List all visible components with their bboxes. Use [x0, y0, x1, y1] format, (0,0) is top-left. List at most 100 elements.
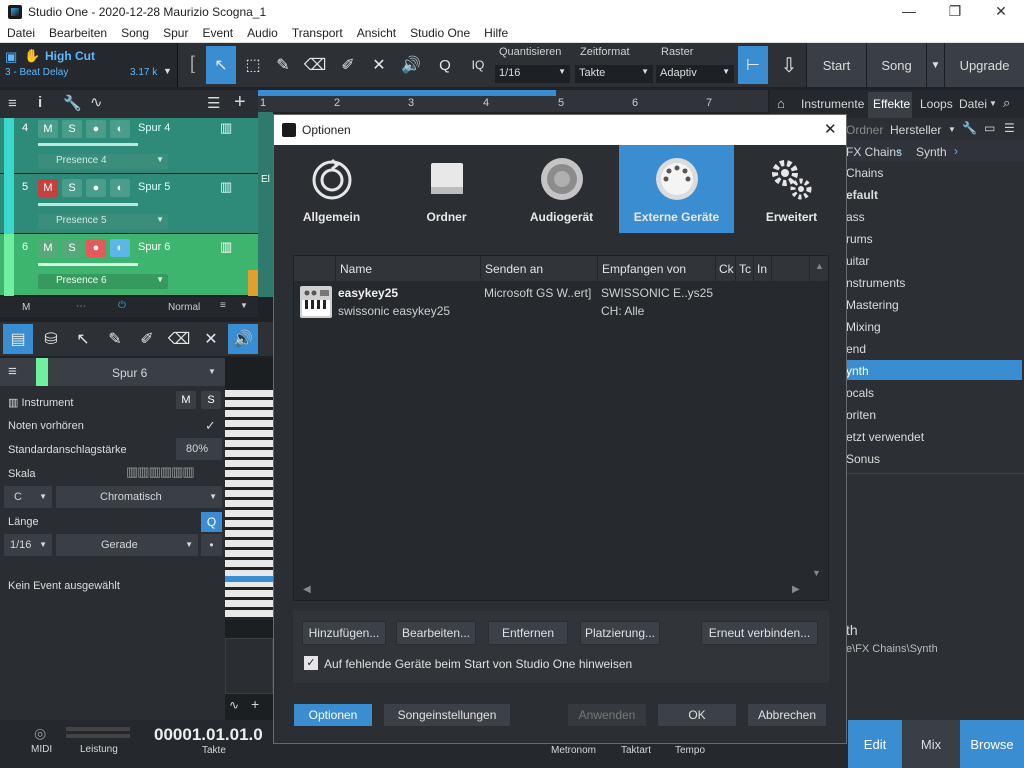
menu-hilfe[interactable]: Hilfe — [477, 26, 515, 40]
scale-select[interactable]: Chromatisch ▼ — [56, 486, 222, 508]
tab-instrumente[interactable]: Instrumente — [801, 97, 864, 111]
snap-icon[interactable]: ⊢ — [738, 46, 768, 84]
timeline-ruler[interactable]: 1 2 3 4 5 6 7 — [258, 90, 768, 112]
track-row[interactable]: 5 M S ● ◐ Spur 5 ▥ Presence 5 ▼ — [0, 174, 258, 234]
scale-keyboard-icon[interactable]: ▥▥▥▥▥▥ — [126, 464, 195, 480]
menu-bearbeiten[interactable]: Bearbeiten — [42, 26, 114, 40]
list-item[interactable]: uitar — [846, 254, 869, 268]
wrench-icon[interactable]: 🔧 — [63, 94, 82, 112]
column-in[interactable]: In — [754, 256, 772, 281]
length-quantize-button[interactable]: Q — [201, 512, 222, 532]
scroll-up-icon[interactable]: ▲ — [815, 261, 824, 271]
window-icon[interactable]: ▭ — [984, 121, 995, 135]
list-item[interactable]: ocals — [846, 386, 874, 400]
home-icon[interactable]: ⌂ — [777, 96, 785, 111]
list-item[interactable]: nstruments — [846, 276, 905, 290]
scroll-down-icon[interactable]: ▼ — [812, 568, 821, 578]
track-name[interactable]: Spur 6 — [138, 241, 170, 253]
category-erweitert[interactable]: Erweitert — [734, 145, 849, 233]
start-button[interactable]: Start — [806, 43, 866, 87]
list-item[interactable]: Sonus — [846, 452, 880, 466]
list-item[interactable]: Chains — [846, 166, 883, 180]
monitor-icon[interactable]: ◐ — [110, 179, 130, 197]
list-icon[interactable]: ☰ — [207, 94, 220, 112]
track-row[interactable]: 6 M S ● ◐ Spur 6 ▥ Presence 6 ▼ — [0, 234, 258, 296]
cancel-button[interactable]: Abbrechen — [747, 703, 827, 727]
quantize-select[interactable]: 1/16 ▼ — [495, 65, 570, 83]
chevron-down-icon[interactable]: ▼ — [989, 99, 997, 108]
minimize-button[interactable]: — — [886, 3, 932, 20]
mute-button[interactable]: M — [38, 120, 58, 138]
menu-event[interactable]: Event — [195, 26, 240, 40]
solo-button[interactable]: S — [62, 239, 82, 257]
menu-song[interactable]: Song — [114, 26, 156, 40]
monitor-icon[interactable]: ◐ — [110, 239, 130, 257]
preset-select[interactable]: Presence 4 ▼ — [38, 154, 168, 169]
column-receive[interactable]: Empfangen von — [598, 256, 716, 281]
pencil-tool-icon[interactable]: ✎ — [268, 46, 298, 84]
inspector-mute-button[interactable]: M — [176, 391, 196, 409]
list-item[interactable]: efault — [846, 188, 878, 202]
menu-transport[interactable]: Transport — [285, 26, 350, 40]
paint-tool-icon[interactable]: ✐ — [333, 46, 363, 84]
chevron-down-icon[interactable]: ▼ — [163, 66, 172, 76]
inspector-track-name[interactable]: Spur 6 — [112, 366, 147, 380]
menu-spur[interactable]: Spur — [156, 26, 195, 40]
dialog-close-button[interactable]: ✕ — [824, 120, 837, 138]
add-lane-icon[interactable]: + — [251, 696, 259, 712]
download-icon[interactable]: ⇩ — [772, 46, 806, 84]
piano-keyboard[interactable] — [225, 390, 273, 620]
remove-device-button[interactable]: Entfernen — [488, 621, 568, 645]
search-icon[interactable]: ⌕ — [1003, 95, 1010, 111]
category-allgemein[interactable]: Allgemein — [274, 145, 389, 233]
footer-menu-icon[interactable]: ≡ — [220, 300, 226, 311]
length-select[interactable]: 1/16 ▼ — [4, 534, 52, 556]
length-dot-button[interactable]: • — [201, 534, 222, 556]
tab-effekte[interactable]: Effekte — [873, 97, 910, 111]
menu-audio[interactable]: Audio — [240, 26, 285, 40]
column-tc[interactable]: Tc — [736, 256, 754, 281]
column-ck[interactable]: Ck — [716, 256, 736, 281]
browse-view-button[interactable]: Browse — [960, 720, 1024, 768]
category-externe-geraete[interactable]: Externe Geräte — [619, 145, 734, 233]
arrange-area[interactable]: El — [258, 112, 273, 297]
breadcrumb-fx-chains[interactable]: FX Chains — [846, 145, 902, 159]
edit-device-button[interactable]: Bearbeiten... — [396, 621, 476, 645]
checkmark-icon[interactable]: ✓ — [205, 418, 216, 434]
power-icon[interactable]: ⏻ — [118, 300, 126, 311]
automation-icon[interactable]: ∿ — [90, 93, 103, 111]
breadcrumb-synth[interactable]: Synth — [916, 145, 947, 159]
song-settings-button[interactable]: Songeinstellungen — [383, 703, 511, 727]
arrow-tool-icon[interactable]: ↖ — [206, 46, 236, 84]
missing-devices-checkbox[interactable]: ✓ — [304, 656, 318, 670]
list-item[interactable]: Mastering — [846, 298, 899, 312]
record-arm-icon[interactable]: ● — [86, 120, 106, 138]
arrow-tool-icon[interactable]: ↖ — [68, 324, 98, 354]
tab-datei[interactable]: Datei — [959, 97, 987, 111]
solo-button[interactable]: S — [62, 179, 82, 197]
paint-tool-icon[interactable]: ✐ — [132, 324, 162, 354]
track-name[interactable]: Spur 5 — [138, 181, 170, 193]
velocity-lane[interactable] — [225, 638, 273, 694]
list-item-selected[interactable]: ynth — [846, 364, 869, 378]
preset-select[interactable]: Presence 6 ▼ — [38, 274, 168, 289]
list-item[interactable]: Mixing — [846, 320, 881, 334]
sort-vendor[interactable]: Hersteller — [890, 123, 941, 137]
category-audiogeraet[interactable]: Audiogerät — [504, 145, 619, 233]
listen-tool-icon[interactable]: 🔊 — [228, 324, 258, 354]
reconnect-button[interactable]: Erneut verbinden... — [701, 621, 818, 645]
volume-slider[interactable] — [38, 203, 138, 206]
pencil-tool-icon[interactable]: ✎ — [100, 324, 130, 354]
sort-folder[interactable]: Ordner — [846, 123, 883, 137]
chevron-down-icon[interactable]: ▼ — [208, 367, 216, 376]
menu-lines-icon[interactable]: ≡ — [8, 95, 17, 112]
placement-button[interactable]: Platzierung... — [580, 621, 660, 645]
table-row[interactable]: easykey25 swissonic easykey25 Microsoft … — [294, 284, 810, 324]
add-device-button[interactable]: Hinzufügen... — [302, 621, 386, 645]
range-tool-icon[interactable]: ⬚ — [238, 46, 268, 84]
record-arm-icon[interactable]: ● — [86, 239, 106, 257]
menu-lines-icon[interactable]: ≡ — [8, 363, 17, 380]
add-track-icon[interactable]: + — [234, 91, 246, 114]
footer-mode[interactable]: Normal — [168, 302, 200, 313]
menu-studio-one[interactable]: Studio One — [403, 26, 477, 40]
